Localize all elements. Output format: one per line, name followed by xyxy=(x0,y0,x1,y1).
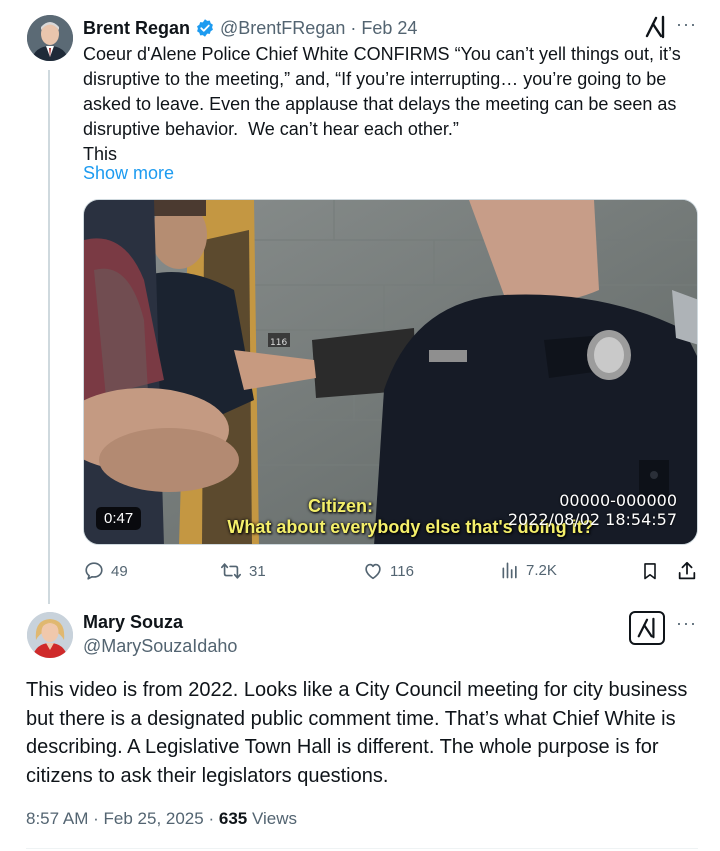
views-count: 7.2K xyxy=(526,561,557,579)
avatar-mary-souza[interactable] xyxy=(27,612,73,658)
tweet-text: Coeur d'Alene Police Chief White CONFIRM… xyxy=(83,44,681,164)
video-player[interactable]: 116 0:47 Citizen: What about everybody e… xyxy=(83,199,698,545)
reply-time[interactable]: 8:57 AM xyxy=(26,809,88,828)
reply-count: 49 xyxy=(111,562,128,580)
door-number: 116 xyxy=(270,338,287,348)
reply-author-handle[interactable]: @MarySouzaIdaho xyxy=(83,636,237,657)
share-button[interactable] xyxy=(676,560,704,582)
divider xyxy=(26,848,698,849)
separator-dot: · xyxy=(93,809,99,828)
reply-views-count: 635 xyxy=(218,809,248,828)
reply-button[interactable]: 49 xyxy=(83,560,128,582)
show-more-link[interactable]: Show more xyxy=(83,161,174,186)
bodycam-id: 00000-000000 xyxy=(559,491,677,510)
reply-icon xyxy=(85,562,103,580)
reply-text: This video is from 2022. Looks like a Ci… xyxy=(26,679,688,787)
bookmark-button[interactable] xyxy=(640,560,666,582)
reply-views-label: Views xyxy=(251,809,298,828)
reply-date[interactable]: Feb 25, 2025 xyxy=(104,809,204,828)
repost-icon xyxy=(221,563,241,579)
share-icon xyxy=(678,561,696,580)
like-count: 116 xyxy=(390,562,414,580)
grok-icon[interactable] xyxy=(629,611,665,645)
repost-count: 31 xyxy=(249,562,266,580)
views-icon xyxy=(502,562,517,579)
author-name[interactable]: Brent Regan xyxy=(83,18,190,39)
repost-button[interactable]: 31 xyxy=(219,560,266,582)
more-options-icon[interactable]: ··· xyxy=(676,613,697,634)
bookmark-icon xyxy=(644,563,656,580)
like-icon xyxy=(365,563,381,580)
like-button[interactable]: 116 xyxy=(362,560,414,582)
bodycam-datetime: 2022/08/02 18:54:57 xyxy=(507,510,677,529)
reply-author-name[interactable]: Mary Souza xyxy=(83,612,183,633)
tweet-action-bar: 49 31 116 7.2K xyxy=(83,560,698,584)
more-options-icon[interactable]: ··· xyxy=(676,14,697,35)
tweet-header: Brent Regan @BrentFRegan · Feb 24 xyxy=(83,15,417,41)
grok-icon[interactable] xyxy=(644,14,668,40)
avatar-brent-regan[interactable] xyxy=(27,15,73,61)
separator-dot: · xyxy=(208,809,215,828)
reply-meta: 8:57 AM · Feb 25, 2025 · 635 Views xyxy=(26,809,297,829)
views-button[interactable]: 7.2K xyxy=(500,560,557,580)
author-handle[interactable]: @BrentFRegan xyxy=(220,18,345,39)
thread-connector-line xyxy=(48,70,50,604)
separator-dot: · xyxy=(350,17,357,38)
tweet-date[interactable]: Feb 24 xyxy=(361,18,417,39)
verified-badge-icon[interactable] xyxy=(195,18,215,38)
